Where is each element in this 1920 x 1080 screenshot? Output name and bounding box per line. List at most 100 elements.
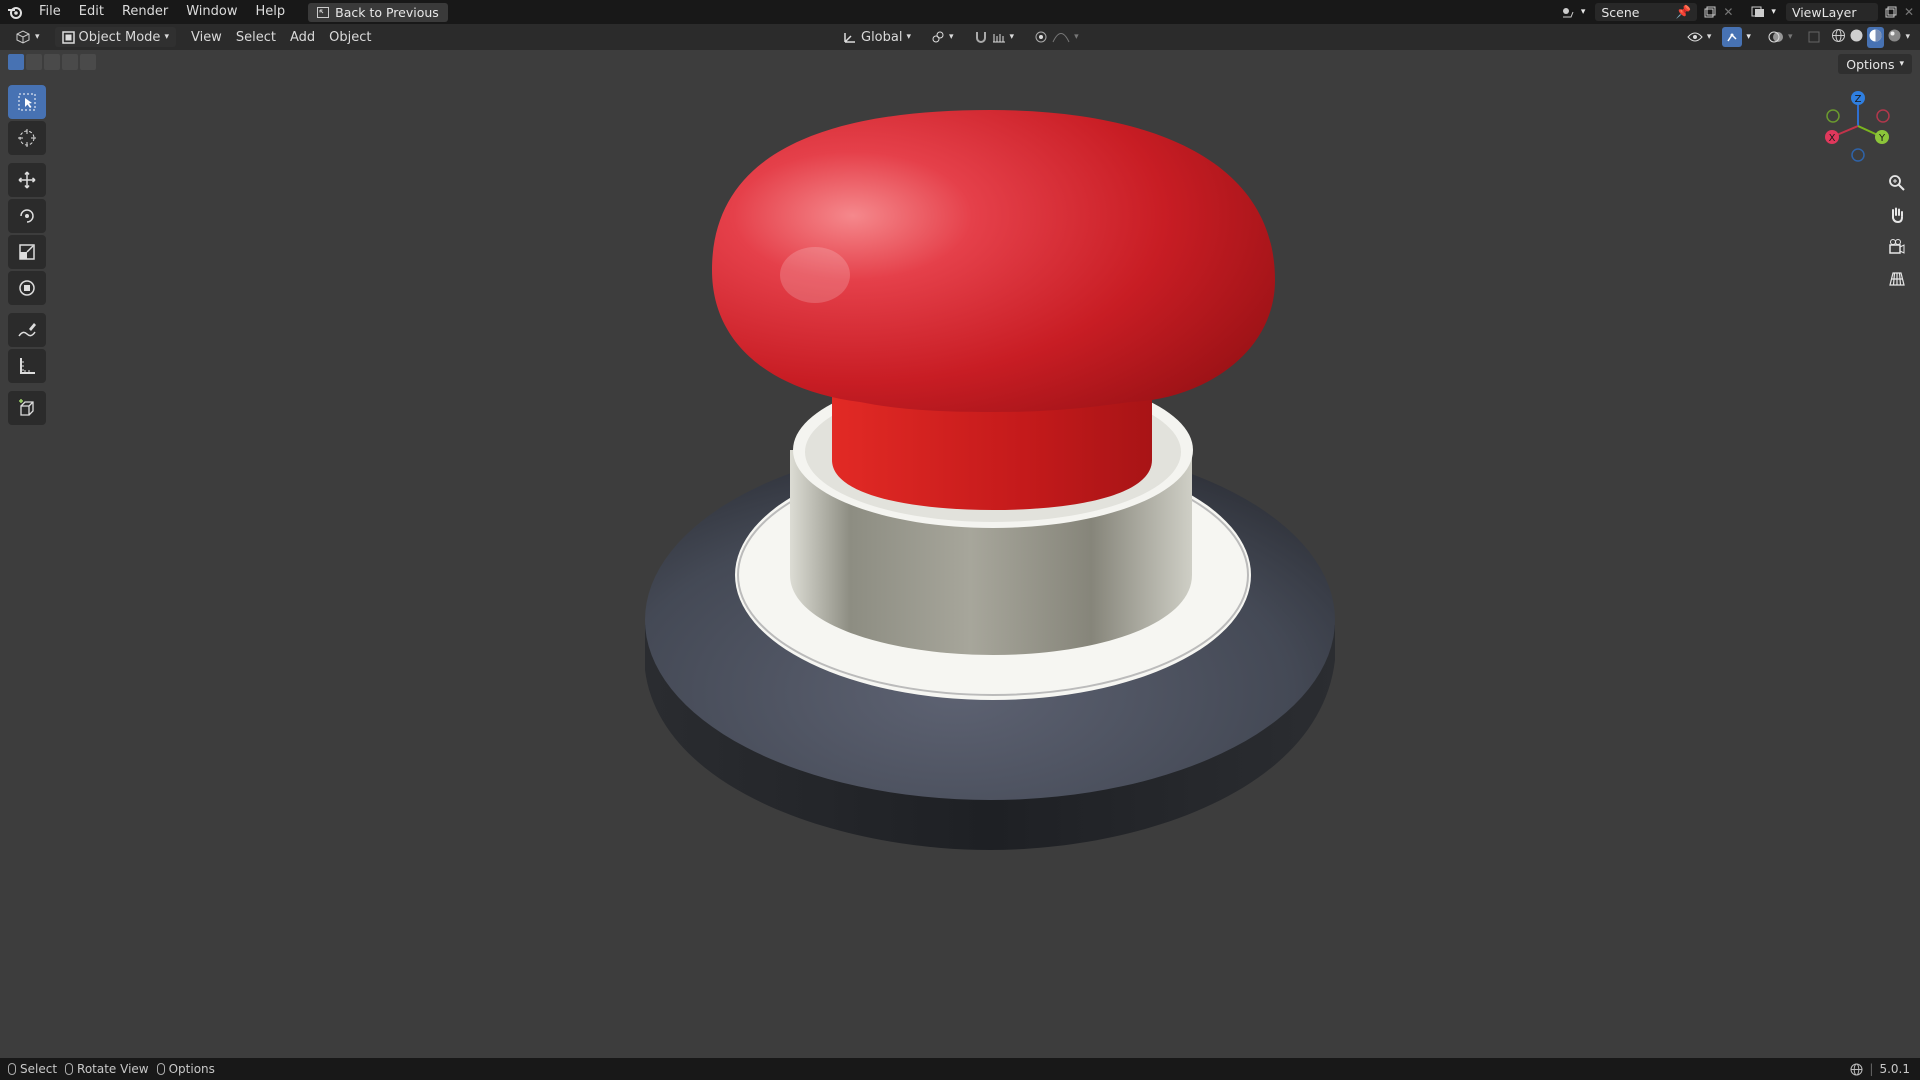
scene-name: Scene <box>1601 4 1640 20</box>
select-invert-icon[interactable] <box>62 54 78 70</box>
wireframe-shading-icon[interactable] <box>1831 28 1846 47</box>
scene-name-field[interactable]: Scene 📌 <box>1595 3 1698 21</box>
pin-icon[interactable]: 📌 <box>1676 4 1692 20</box>
close-view-layer-icon[interactable]: ✕ <box>1904 5 1914 19</box>
tool-measure[interactable] <box>8 349 46 383</box>
view-layer-name-field[interactable]: ViewLayer <box>1785 3 1878 21</box>
tool-transform[interactable] <box>8 271 46 305</box>
tool-scale[interactable] <box>8 235 46 269</box>
camera-icon <box>1889 239 1905 254</box>
tool-annotate[interactable] <box>8 313 46 347</box>
transform-orientation-label: Global <box>861 29 903 45</box>
proportional-editing-icon <box>1035 31 1047 43</box>
falloff-curve-icon <box>1052 33 1070 43</box>
gizmo-neg-x-axis[interactable] <box>1876 109 1890 123</box>
scene-browser[interactable]: ▾ <box>1555 3 1592 21</box>
move-icon <box>18 171 36 189</box>
zoom-button[interactable] <box>1884 170 1910 196</box>
scale-icon <box>19 244 35 260</box>
editor-type-selector[interactable]: ▾ <box>8 27 47 47</box>
transform-icon <box>19 280 35 296</box>
pivot-point-dropdown[interactable]: ▾ <box>924 27 961 47</box>
header-menu-select[interactable]: Select <box>229 27 283 47</box>
menu-edit[interactable]: Edit <box>70 0 113 24</box>
select-new-icon[interactable] <box>8 54 24 70</box>
header-menu-object[interactable]: Object <box>322 27 378 47</box>
pan-button[interactable] <box>1884 202 1910 228</box>
transform-tools: Global ▾ ▾ ▾ ▾ <box>836 24 1086 50</box>
back-to-previous-button[interactable]: Back to Previous <box>308 2 448 22</box>
measure-icon <box>20 358 35 374</box>
select-intersect-icon[interactable] <box>80 54 96 70</box>
pivot-icon <box>932 31 944 43</box>
close-scene-icon[interactable]: ✕ <box>1723 5 1733 19</box>
gizmo-z-label: Z <box>1855 94 1862 105</box>
rendered-shading-icon[interactable] <box>1887 28 1902 47</box>
menu-window[interactable]: Window <box>177 0 246 24</box>
orientation-global-icon <box>844 33 855 43</box>
chevron-down-icon[interactable]: ▾ <box>1905 32 1910 42</box>
hand-icon <box>1892 207 1903 224</box>
back-to-previous-label: Back to Previous <box>335 4 439 20</box>
chevron-down-icon: ▾ <box>1074 32 1079 42</box>
view-layer-browser[interactable]: ▾ <box>1745 3 1782 21</box>
scene-icon <box>1562 8 1574 18</box>
solid-shading-icon[interactable] <box>1849 28 1864 47</box>
view-layer-name: ViewLayer <box>1791 4 1857 20</box>
new-scene-button[interactable] <box>1701 3 1719 21</box>
tool-select-box[interactable] <box>8 85 46 119</box>
gizmo-neg-y-axis[interactable] <box>1826 109 1840 123</box>
fullscreen-exit-icon <box>317 6 330 18</box>
tool-add-cube[interactable] <box>8 391 46 425</box>
viewport-display-tools: ▾ ▾ ▾ ▾ <box>1680 24 1912 50</box>
xray-toggle[interactable] <box>1803 27 1825 47</box>
transform-orientation-dropdown[interactable]: Global ▾ <box>836 27 918 47</box>
gizmo-toggle[interactable] <box>1722 27 1743 47</box>
status-hint-rotate: Rotate View <box>65 1062 149 1076</box>
new-view-layer-button[interactable] <box>1882 3 1900 21</box>
chevron-down-icon: ▾ <box>1706 32 1712 42</box>
options-dropdown[interactable]: Options ▾ <box>1838 54 1912 74</box>
tool-move[interactable] <box>8 163 46 197</box>
menu-help[interactable]: Help <box>247 0 295 24</box>
tool-cursor[interactable] <box>8 121 46 155</box>
blender-version: 5.0.1 <box>1879 1062 1910 1076</box>
blender-logo-icon[interactable] <box>0 0 30 24</box>
3d-viewport[interactable] <box>0 50 1920 1058</box>
overlays-toggle[interactable]: ▾ <box>1761 27 1800 47</box>
gizmo-icon <box>1727 33 1737 42</box>
overlays-icon <box>1768 31 1783 43</box>
gizmo-neg-z-axis[interactable] <box>1851 148 1865 162</box>
viewport-navigation-buttons <box>1884 170 1910 292</box>
workspace-scene-controls: ▾ Scene 📌 ✕ ▾ ViewLayer ✕ <box>1555 0 1920 24</box>
gizmo-dropdown-chevron-icon[interactable]: ▾ <box>1746 32 1751 42</box>
object-mode-label: Object Mode <box>78 29 161 45</box>
rotate-icon <box>20 209 34 223</box>
mouse-middle-icon <box>65 1063 74 1075</box>
selection-mode-buttons <box>8 54 96 70</box>
options-label: Options <box>1846 56 1895 72</box>
object-visibility-dropdown[interactable]: ▾ <box>1680 27 1719 47</box>
chevron-down-icon: ▾ <box>1580 7 1586 17</box>
proportional-editing-toggle[interactable]: ▾ <box>1027 27 1086 47</box>
camera-view-button[interactable] <box>1884 234 1910 260</box>
object-mode-dropdown[interactable]: Object Mode ▾ <box>54 27 176 47</box>
navigation-gizmo[interactable]: Z X Y <box>1820 88 1896 164</box>
chevron-down-icon: ▾ <box>949 32 954 42</box>
network-globe-icon <box>1850 1063 1863 1075</box>
status-hint-select-label: Select <box>20 1062 58 1076</box>
perspective-toggle-button[interactable] <box>1884 266 1910 292</box>
snap-toggle[interactable]: ▾ <box>967 27 1022 47</box>
material-preview-shading-icon[interactable] <box>1867 26 1885 48</box>
tool-rotate[interactable] <box>8 199 46 233</box>
select-extend-icon[interactable] <box>26 54 42 70</box>
header-menu-add[interactable]: Add <box>283 27 322 47</box>
menu-file[interactable]: File <box>30 0 70 24</box>
chevron-down-icon: ▾ <box>1009 32 1015 42</box>
menu-render[interactable]: Render <box>113 0 177 24</box>
annotate-icon <box>18 323 36 337</box>
3d-viewport-icon <box>16 30 30 44</box>
header-menu-view[interactable]: View <box>184 27 229 47</box>
select-subtract-icon[interactable] <box>44 54 60 70</box>
chevron-down-icon: ▾ <box>35 32 40 42</box>
